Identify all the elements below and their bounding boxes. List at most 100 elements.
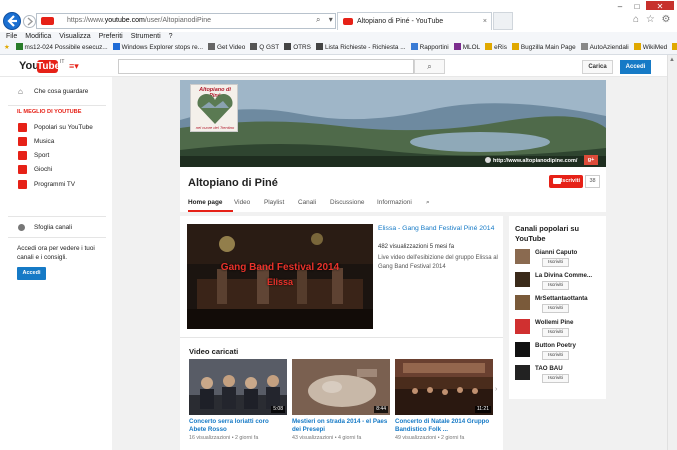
guide-item-icon (18, 180, 27, 189)
guide-item-label: Musica (34, 138, 55, 145)
favorite-link[interactable]: Windows Explorer stops re... (112, 42, 203, 54)
channel-avatar[interactable] (515, 249, 530, 264)
favorite-label: Rapportini (419, 44, 449, 51)
featured-overlay-text: Gang Band Festival 2014 (220, 262, 340, 273)
video-meta-2: 43 visualizzazioni • 4 giorni fa (292, 435, 362, 441)
video-title-3[interactable]: Concerto di Natale 2014 Gruppo Bandistic… (395, 418, 493, 434)
favorite-link[interactable]: eRis (485, 42, 507, 54)
favorites-star-icon[interactable]: ★ (4, 42, 10, 54)
favorite-link[interactable]: Q GST (250, 42, 279, 54)
guide-item-label: Sport (34, 152, 50, 159)
channel-avatar[interactable] (515, 272, 530, 287)
favorite-link[interactable]: OTRS (284, 42, 311, 54)
favorite-label: Q GST (259, 44, 280, 51)
guide-item-icon (18, 151, 27, 160)
forward-button[interactable] (23, 15, 36, 28)
channel-name[interactable]: La Divina Comme... (535, 272, 605, 279)
channel-name[interactable]: Button Poetry (535, 342, 605, 349)
menu-help[interactable]: ? (169, 33, 173, 40)
favorites-bar: ★ ms12-024 Possibile esecuz... Windows Ex… (0, 42, 677, 55)
video-thumbnail-2[interactable]: 8:44 (292, 359, 390, 415)
tab-canali[interactable]: Canali (298, 199, 316, 206)
favorite-link[interactable]: Rapportini (410, 42, 449, 54)
channel-header: Altopiano di Piné Iscriviti 38 Home page… (180, 167, 606, 212)
channel-avatar[interactable] (515, 342, 530, 357)
favorite-link[interactable]: ms12-024 Possibile esecuz... (15, 42, 108, 54)
signin-button[interactable]: Accedi (620, 60, 651, 74)
shelf-next-arrow[interactable]: › (495, 386, 497, 393)
channel-subscribe-button[interactable]: Iscriviti (542, 328, 569, 337)
channel-subscribe-button[interactable]: Iscriviti (542, 374, 569, 383)
video-thumbnail-3[interactable]: 11:21 (395, 359, 493, 415)
menu-preferiti[interactable]: Preferiti (99, 33, 123, 40)
new-tab-button[interactable] (493, 12, 513, 30)
video-title-1[interactable]: Concerto serra loriatti coro Abete Rosso (189, 418, 287, 434)
menu-modifica[interactable]: Modifica (25, 33, 51, 40)
browser-tab[interactable]: Altopiano di Piné - YouTube × (337, 12, 492, 30)
guide-signin-button[interactable]: Accedi (17, 267, 46, 280)
featured-video-description: Live video dell'esibizione del gruppo El… (378, 255, 498, 270)
popular-channel-row: Button Poetry Iscriviti (515, 342, 605, 362)
home-icon: ⌂ (18, 87, 23, 96)
favorite-icon (284, 43, 292, 50)
search-input[interactable] (118, 59, 414, 74)
logo-country: IT (60, 59, 65, 65)
tab-video[interactable]: Video (234, 199, 250, 206)
upload-button[interactable]: Carica (582, 60, 613, 74)
channel-subscribe-button[interactable]: Iscriviti (542, 258, 569, 267)
channel-avatar[interactable] (515, 319, 530, 334)
guide-menu-icon[interactable]: ≡▾ (69, 61, 79, 71)
featured-video-title[interactable]: Elissa - Gang Band Festival Piné 2014 (378, 224, 500, 233)
tab-informazioni[interactable]: Informazioni (377, 199, 412, 206)
channel-subscribe-button[interactable]: Iscriviti (542, 281, 569, 290)
favorite-label: Bugzilla Main Page (520, 44, 576, 51)
favorite-link[interactable]: Lista Richieste - Richiesta ... (315, 42, 406, 54)
banner-landscape (180, 80, 606, 167)
favorite-icon (633, 43, 641, 50)
featured-video-player[interactable]: Gang Band Festival 2014 Elissa (187, 224, 373, 329)
back-arrow-icon (7, 15, 17, 27)
favorite-icon (15, 43, 23, 50)
scroll-up-icon[interactable]: ▲ (669, 57, 675, 63)
favorite-link[interactable]: Get Video (207, 42, 246, 54)
favorite-label: Get Video (216, 44, 246, 51)
tab-discussione[interactable]: Discussione (330, 199, 364, 206)
video-thumbnail-1[interactable]: 5:08 (189, 359, 287, 415)
search-button[interactable]: ⌕ (414, 59, 445, 74)
channel-name[interactable]: TAO BAU (535, 365, 605, 372)
channel-name[interactable]: Wollemi Pine (535, 319, 605, 326)
menu-visualizza[interactable]: Visualizza (59, 33, 90, 40)
video-duration: 8:44 (374, 406, 388, 413)
favorite-link[interactable]: WikiMed (633, 42, 667, 54)
favorite-link[interactable]: MLOL (453, 42, 480, 54)
youtube-play-icon (553, 178, 561, 184)
menu-strumenti[interactable]: Strumenti (131, 33, 161, 40)
favorite-link[interactable]: Moduli (672, 42, 677, 54)
channel-name[interactable]: Gianni Caputo (535, 249, 605, 256)
menu-file[interactable]: File (6, 33, 17, 40)
page-scrollbar[interactable]: ▲ (667, 55, 677, 450)
channel-avatar[interactable] (515, 365, 530, 380)
back-button[interactable] (3, 12, 21, 30)
favorite-link[interactable]: AutoAziendali (580, 42, 629, 54)
tab-search-icon[interactable]: ⌕ (426, 199, 430, 207)
channel-name[interactable]: MrSettantaottanta (535, 295, 605, 302)
tab-close-icon[interactable]: × (483, 13, 487, 30)
tab-playlist[interactable]: Playlist (264, 199, 284, 206)
video-duration: 11:21 (474, 406, 491, 413)
tab-home[interactable]: Home page (188, 199, 222, 206)
channel-subscribe-button[interactable]: Iscriviti (542, 351, 569, 360)
channel-title[interactable]: Altopiano di Piné (188, 177, 278, 189)
popular-channels-title: Canali popolari su YouTube (515, 224, 580, 243)
video-title-2[interactable]: Mestieri on strada 2014 - el Paes dei Pr… (292, 418, 390, 434)
channel-subscribe-button[interactable]: Iscriviti (542, 304, 569, 313)
browser-right-tools[interactable]: ⌂ ☆ ⚙ (633, 14, 673, 25)
address-bar[interactable]: https://www.youtube.com/user/Altopianodi… (36, 13, 336, 29)
channel-avatar[interactable] (515, 295, 530, 310)
uploads-section-title[interactable]: Video caricati (189, 347, 238, 356)
google-plus-icon[interactable]: g+ (584, 155, 598, 165)
popular-channels-panel: Canali popolari su YouTube Gianni Caputo… (509, 216, 606, 399)
subscribe-button[interactable]: Iscriviti (549, 175, 583, 188)
banner-website-link[interactable]: http://www.altopianodipine.com/ (485, 157, 577, 164)
favorite-link[interactable]: Bugzilla Main Page (511, 42, 576, 54)
